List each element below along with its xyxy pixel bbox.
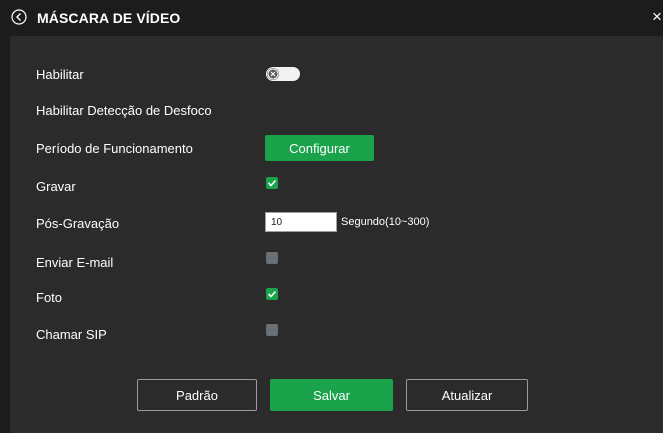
enable-label: Habilitar bbox=[36, 67, 84, 82]
post-record-unit: Segundo(10~300) bbox=[341, 216, 430, 228]
settings-panel: Habilitar Habilitar Detecção de Desfoco … bbox=[10, 36, 663, 433]
configure-button[interactable]: Configurar bbox=[265, 135, 374, 161]
send-email-label: Enviar E-mail bbox=[36, 255, 114, 270]
toggle-off-icon bbox=[267, 68, 279, 80]
close-icon[interactable]: × bbox=[652, 8, 662, 25]
sip-call-label: Chamar SIP bbox=[36, 327, 107, 342]
schedule-label: Período de Funcionamento bbox=[36, 141, 193, 156]
enable-toggle[interactable] bbox=[266, 67, 300, 81]
post-record-label: Pós-Gravação bbox=[36, 216, 120, 231]
page-title: MÁSCARA DE VÍDEO bbox=[37, 10, 181, 26]
refresh-button[interactable]: Atualizar bbox=[406, 379, 528, 411]
save-button[interactable]: Salvar bbox=[270, 379, 393, 411]
snapshot-label: Foto bbox=[36, 290, 63, 305]
check-icon bbox=[267, 290, 277, 298]
default-button[interactable]: Padrão bbox=[137, 379, 257, 411]
back-icon[interactable] bbox=[11, 9, 27, 25]
check-icon bbox=[267, 179, 277, 187]
blur-detection-label: Habilitar Detecção de Desfoco bbox=[36, 103, 212, 118]
send-email-checkbox[interactable] bbox=[266, 252, 278, 264]
record-checkbox[interactable] bbox=[266, 177, 278, 189]
title-bar: MÁSCARA DE VÍDEO × bbox=[0, 0, 663, 36]
sip-call-checkbox[interactable] bbox=[266, 324, 278, 336]
snapshot-checkbox[interactable] bbox=[266, 288, 278, 300]
record-label: Gravar bbox=[36, 179, 76, 194]
post-record-input[interactable] bbox=[265, 212, 337, 232]
